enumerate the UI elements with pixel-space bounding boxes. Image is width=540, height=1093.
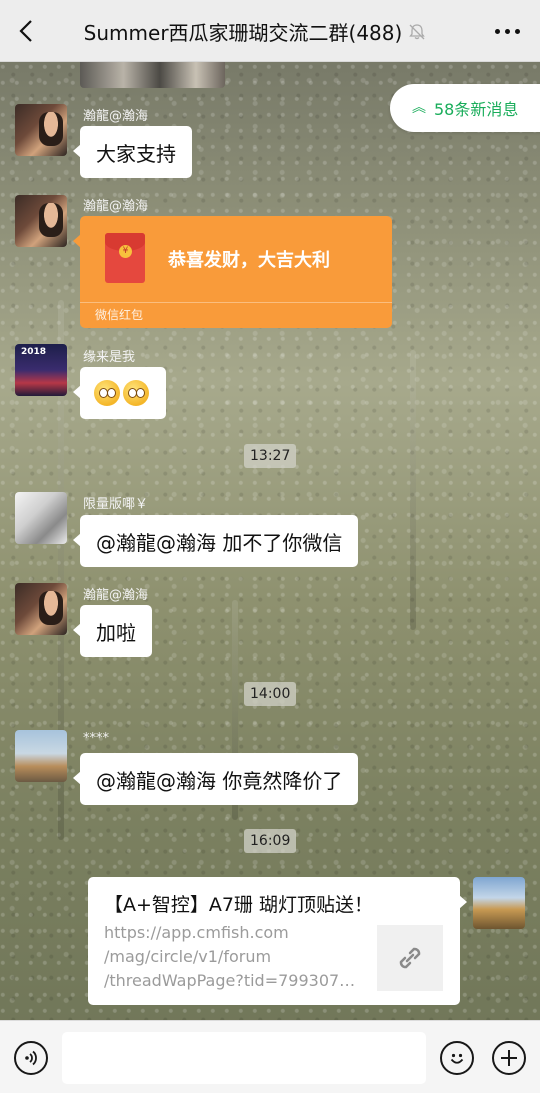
- chat-title: Summer西瓜家珊瑚交流二群(488): [83, 20, 403, 45]
- sender-name: 瀚龍@瀚海: [83, 109, 149, 124]
- double-chevron-up-icon: ︽: [412, 100, 426, 116]
- link-title: 【A+智控】A7珊 瑚灯顶贴送！: [104, 894, 374, 916]
- dizzy-face-emoji-icon: [94, 380, 120, 406]
- message-bubble[interactable]: @瀚龍@瀚海 加不了你微信: [72, 515, 359, 567]
- message-bubble[interactable]: 大家支持: [73, 126, 192, 178]
- timestamp: 16:09: [244, 829, 297, 853]
- more-dot-icon: [514, 28, 520, 34]
- back-arrow-icon: [19, 20, 32, 42]
- sender-name: 瀚龍@瀚海: [83, 199, 149, 214]
- message-input[interactable]: [62, 1032, 426, 1084]
- red-packet-icon: [105, 233, 145, 283]
- link-url: https://app.cmfish.com /mag/circle/v1/fo…: [104, 921, 364, 993]
- avatar[interactable]: [15, 492, 67, 544]
- voice-input-button[interactable]: [14, 1041, 48, 1075]
- message-bubble[interactable]: 加啦: [73, 605, 152, 657]
- link-url-line: /threadWapPage?tid=799307…: [104, 971, 356, 990]
- sender-name: 缘来是我: [83, 350, 136, 365]
- back-button[interactable]: [14, 17, 42, 45]
- avatar[interactable]: [15, 583, 67, 635]
- new-messages-button[interactable]: ︽ 58条新消息: [390, 84, 540, 132]
- link-thumbnail: [377, 925, 443, 991]
- rain-streak: [410, 350, 416, 630]
- avatar[interactable]: 2018: [15, 344, 67, 396]
- timestamp: 14:00: [244, 682, 297, 706]
- sender-name: 瀚龍@瀚海: [83, 588, 149, 603]
- message-text: 加啦: [96, 620, 136, 645]
- new-messages-label: 58条新消息: [434, 100, 519, 119]
- avatar[interactable]: [15, 195, 67, 247]
- message-text: 大家支持: [96, 141, 176, 166]
- link-card-message[interactable]: 【A+智控】A7珊 瑚灯顶贴送！ https://app.cmfish.com …: [88, 877, 467, 1005]
- message-bubble[interactable]: [73, 367, 166, 419]
- plus-icon: [501, 1050, 517, 1066]
- previous-image-message[interactable]: [80, 62, 225, 88]
- more-dot-icon: [504, 28, 510, 34]
- title-bar: Summer西瓜家珊瑚交流二群(488): [0, 0, 540, 62]
- chat-title-wrap: Summer西瓜家珊瑚交流二群(488): [60, 0, 450, 62]
- sender-name: 限量版㖿￥: [83, 497, 149, 512]
- link-url-line: /mag/circle/v1/forum: [104, 947, 272, 966]
- message-text: @瀚龍@瀚海 加不了你微信: [96, 530, 343, 555]
- red-packet-message[interactable]: 恭喜发财，大吉大利 微信红包: [73, 216, 392, 328]
- timestamp: 13:27: [244, 444, 297, 468]
- voice-icon: [25, 1050, 37, 1066]
- avatar[interactable]: [15, 730, 67, 782]
- emoji-button[interactable]: [440, 1041, 474, 1075]
- more-functions-button[interactable]: [492, 1041, 526, 1075]
- message-text: @瀚龍@瀚海 你竟然降价了: [96, 768, 343, 793]
- red-packet-greeting: 恭喜发财，大吉大利: [168, 250, 330, 271]
- red-packet-label: 微信红包: [95, 308, 144, 322]
- more-options-button[interactable]: [492, 20, 522, 42]
- link-icon: [399, 947, 421, 969]
- smiley-icon: [450, 1053, 464, 1064]
- avatar[interactable]: [15, 104, 67, 156]
- my-avatar[interactable]: [473, 877, 525, 929]
- avatar-text: 2018: [21, 347, 47, 357]
- divider: [80, 302, 392, 303]
- link-url-line: https://app.cmfish.com: [104, 923, 289, 942]
- sender-name: ****: [83, 731, 109, 746]
- input-bar: [0, 1020, 540, 1093]
- mute-bell-icon: [408, 22, 426, 40]
- more-dot-icon: [494, 28, 500, 34]
- dizzy-face-emoji-icon: [123, 380, 149, 406]
- message-bubble[interactable]: @瀚龍@瀚海 你竟然降价了: [72, 753, 359, 805]
